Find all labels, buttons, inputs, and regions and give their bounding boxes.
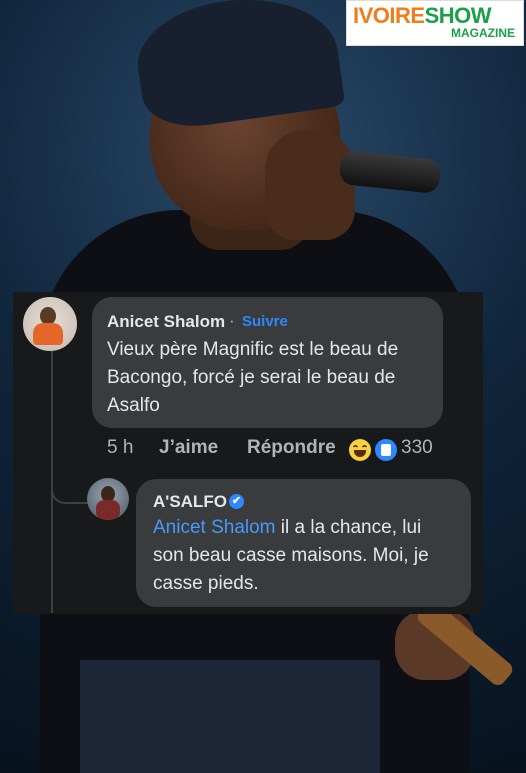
comment-author[interactable]: Anicet Shalom [107,312,225,332]
reply-bubble: A'SALFO ✔ Anicet Shalom il a la chance, … [136,479,471,607]
reply-line-1-text: il a la chance, lui [275,517,422,538]
comment-bubble: Anicet Shalom · Suivre Vieux père Magnif… [92,297,443,428]
reply-line-2: son beau casse maisons. Moi, je [153,545,429,566]
like-button[interactable]: J’aime [159,437,218,459]
mention-link[interactable]: Anicet Shalom [153,517,276,538]
avatar-body [33,323,63,345]
reply-button[interactable]: Répondre [247,437,336,459]
avatar-anicet-shalom[interactable] [23,297,77,351]
logo-part-ivoire: IVOIRE [353,3,425,28]
reply-line-3: casse pieds. [153,573,259,594]
reply-author[interactable]: A'SALFO [153,492,227,512]
comment-time: 5 h [107,437,134,458]
avatar-body [96,500,120,520]
verified-badge-icon: ✔ [229,494,244,509]
follow-button[interactable]: Suivre [242,313,288,330]
reply-line-1: Anicet Shalom il a la chance, lui [153,514,421,542]
logo-part-show: SHOW [424,3,492,28]
singer-jeans [80,660,380,773]
like-icon[interactable] [373,437,399,463]
comment-line-3: Asalfo [107,395,160,416]
comment-line-2: Bacongo, forcé je serai le beau de [107,367,396,388]
ivoireshow-logo: IVOIRESHOW MAGAZINE [346,0,524,46]
reaction-count[interactable]: 330 [401,437,433,459]
separator-dot: · [229,311,235,330]
avatar-asalfo[interactable] [87,478,129,520]
singer-hand [265,130,355,240]
comment-line-1: Vieux père Magnific est le beau de [107,339,399,360]
logo-subtitle: MAGAZINE [451,26,515,40]
haha-icon[interactable] [349,439,371,461]
